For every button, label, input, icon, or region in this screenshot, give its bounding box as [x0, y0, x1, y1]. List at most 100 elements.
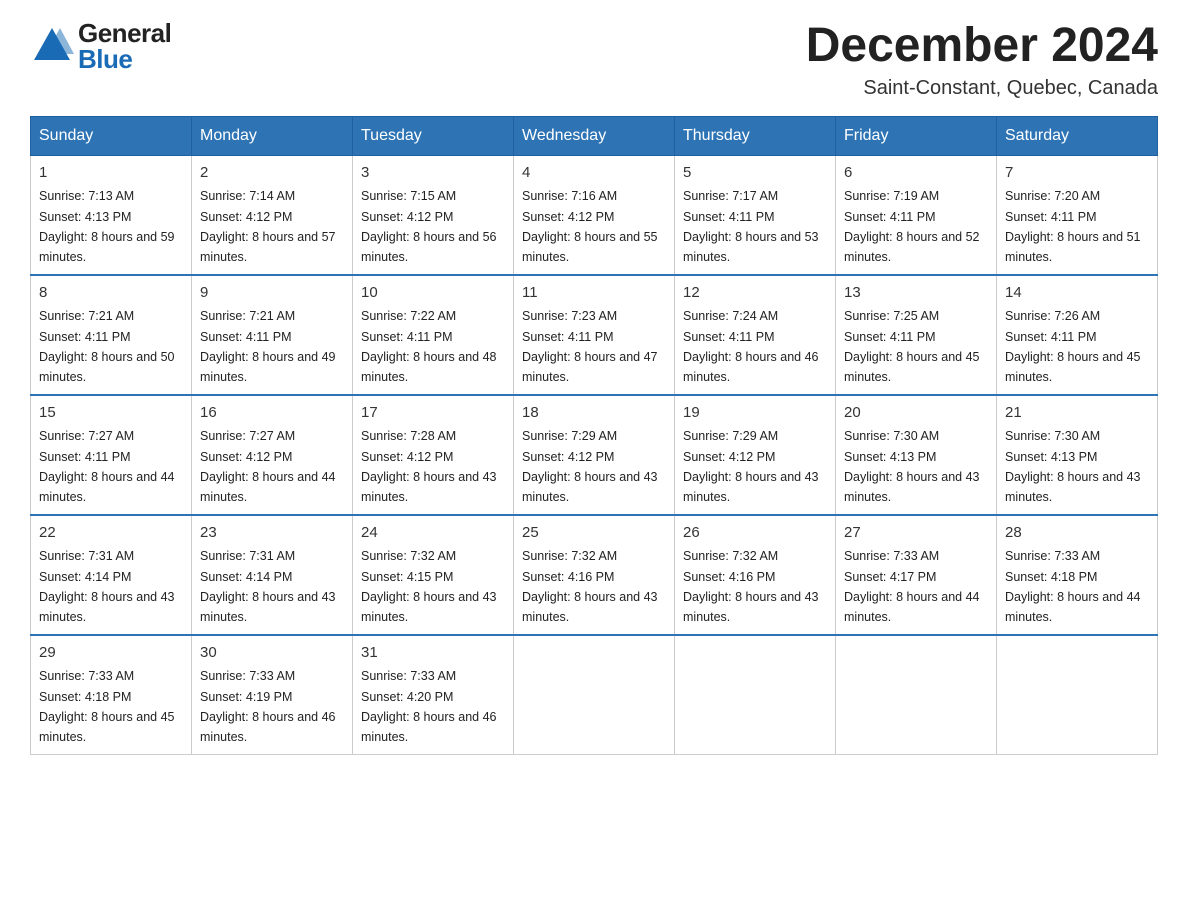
day-number: 15 — [39, 402, 183, 425]
main-title: December 2024 — [806, 20, 1158, 73]
day-info: Sunrise: 7:33 AMSunset: 4:20 PMDaylight:… — [361, 669, 497, 744]
calendar-day-cell: 24 Sunrise: 7:32 AMSunset: 4:15 PMDaylig… — [353, 515, 514, 635]
calendar-day-header: Saturday — [997, 116, 1158, 155]
calendar-day-cell: 3 Sunrise: 7:15 AMSunset: 4:12 PMDayligh… — [353, 155, 514, 275]
page-header: General Blue December 2024 Saint-Constan… — [30, 20, 1158, 100]
calendar-day-header: Friday — [836, 116, 997, 155]
calendar-week-row: 15 Sunrise: 7:27 AMSunset: 4:11 PMDaylig… — [31, 395, 1158, 515]
day-number: 25 — [522, 522, 666, 545]
calendar-day-cell: 23 Sunrise: 7:31 AMSunset: 4:14 PMDaylig… — [192, 515, 353, 635]
calendar-day-cell: 29 Sunrise: 7:33 AMSunset: 4:18 PMDaylig… — [31, 635, 192, 755]
logo-blue: Blue — [78, 46, 171, 72]
calendar-day-cell: 18 Sunrise: 7:29 AMSunset: 4:12 PMDaylig… — [514, 395, 675, 515]
day-number: 28 — [1005, 522, 1149, 545]
calendar-day-cell: 22 Sunrise: 7:31 AMSunset: 4:14 PMDaylig… — [31, 515, 192, 635]
day-info: Sunrise: 7:30 AMSunset: 4:13 PMDaylight:… — [844, 429, 980, 504]
day-number: 10 — [361, 282, 505, 305]
calendar-day-cell: 30 Sunrise: 7:33 AMSunset: 4:19 PMDaylig… — [192, 635, 353, 755]
day-info: Sunrise: 7:22 AMSunset: 4:11 PMDaylight:… — [361, 309, 497, 384]
calendar-week-row: 8 Sunrise: 7:21 AMSunset: 4:11 PMDayligh… — [31, 275, 1158, 395]
day-number: 23 — [200, 522, 344, 545]
day-info: Sunrise: 7:27 AMSunset: 4:12 PMDaylight:… — [200, 429, 336, 504]
calendar-day-cell: 25 Sunrise: 7:32 AMSunset: 4:16 PMDaylig… — [514, 515, 675, 635]
day-info: Sunrise: 7:31 AMSunset: 4:14 PMDaylight:… — [200, 549, 336, 624]
logo-general: General — [78, 20, 171, 46]
day-number: 12 — [683, 282, 827, 305]
day-info: Sunrise: 7:21 AMSunset: 4:11 PMDaylight:… — [200, 309, 336, 384]
day-info: Sunrise: 7:32 AMSunset: 4:16 PMDaylight:… — [522, 549, 658, 624]
day-number: 6 — [844, 162, 988, 185]
calendar-day-cell: 7 Sunrise: 7:20 AMSunset: 4:11 PMDayligh… — [997, 155, 1158, 275]
calendar-header-row: SundayMondayTuesdayWednesdayThursdayFrid… — [31, 116, 1158, 155]
day-info: Sunrise: 7:29 AMSunset: 4:12 PMDaylight:… — [683, 429, 819, 504]
day-number: 1 — [39, 162, 183, 185]
calendar-day-cell: 31 Sunrise: 7:33 AMSunset: 4:20 PMDaylig… — [353, 635, 514, 755]
day-number: 4 — [522, 162, 666, 185]
logo: General Blue — [30, 20, 171, 72]
calendar-week-row: 1 Sunrise: 7:13 AMSunset: 4:13 PMDayligh… — [31, 155, 1158, 275]
day-info: Sunrise: 7:31 AMSunset: 4:14 PMDaylight:… — [39, 549, 175, 624]
day-number: 9 — [200, 282, 344, 305]
calendar-day-cell: 20 Sunrise: 7:30 AMSunset: 4:13 PMDaylig… — [836, 395, 997, 515]
calendar-day-cell: 8 Sunrise: 7:21 AMSunset: 4:11 PMDayligh… — [31, 275, 192, 395]
day-number: 2 — [200, 162, 344, 185]
day-info: Sunrise: 7:24 AMSunset: 4:11 PMDaylight:… — [683, 309, 819, 384]
logo-icon — [30, 24, 74, 68]
day-info: Sunrise: 7:19 AMSunset: 4:11 PMDaylight:… — [844, 189, 980, 264]
day-number: 24 — [361, 522, 505, 545]
day-number: 29 — [39, 642, 183, 665]
calendar-day-cell: 1 Sunrise: 7:13 AMSunset: 4:13 PMDayligh… — [31, 155, 192, 275]
calendar-day-cell — [675, 635, 836, 755]
calendar-day-header: Wednesday — [514, 116, 675, 155]
day-info: Sunrise: 7:16 AMSunset: 4:12 PMDaylight:… — [522, 189, 658, 264]
calendar-day-header: Tuesday — [353, 116, 514, 155]
day-info: Sunrise: 7:21 AMSunset: 4:11 PMDaylight:… — [39, 309, 175, 384]
day-number: 11 — [522, 282, 666, 305]
day-info: Sunrise: 7:29 AMSunset: 4:12 PMDaylight:… — [522, 429, 658, 504]
calendar-week-row: 29 Sunrise: 7:33 AMSunset: 4:18 PMDaylig… — [31, 635, 1158, 755]
calendar-day-cell: 13 Sunrise: 7:25 AMSunset: 4:11 PMDaylig… — [836, 275, 997, 395]
calendar-day-cell: 27 Sunrise: 7:33 AMSunset: 4:17 PMDaylig… — [836, 515, 997, 635]
calendar-day-cell: 26 Sunrise: 7:32 AMSunset: 4:16 PMDaylig… — [675, 515, 836, 635]
calendar-day-cell — [836, 635, 997, 755]
day-number: 3 — [361, 162, 505, 185]
day-info: Sunrise: 7:28 AMSunset: 4:12 PMDaylight:… — [361, 429, 497, 504]
calendar-day-cell: 9 Sunrise: 7:21 AMSunset: 4:11 PMDayligh… — [192, 275, 353, 395]
day-number: 22 — [39, 522, 183, 545]
calendar-day-cell: 10 Sunrise: 7:22 AMSunset: 4:11 PMDaylig… — [353, 275, 514, 395]
day-info: Sunrise: 7:33 AMSunset: 4:19 PMDaylight:… — [200, 669, 336, 744]
calendar-day-cell: 2 Sunrise: 7:14 AMSunset: 4:12 PMDayligh… — [192, 155, 353, 275]
calendar-day-cell — [514, 635, 675, 755]
day-info: Sunrise: 7:32 AMSunset: 4:16 PMDaylight:… — [683, 549, 819, 624]
day-info: Sunrise: 7:26 AMSunset: 4:11 PMDaylight:… — [1005, 309, 1141, 384]
day-number: 31 — [361, 642, 505, 665]
calendar-day-cell: 28 Sunrise: 7:33 AMSunset: 4:18 PMDaylig… — [997, 515, 1158, 635]
day-number: 16 — [200, 402, 344, 425]
day-number: 18 — [522, 402, 666, 425]
calendar-day-cell: 16 Sunrise: 7:27 AMSunset: 4:12 PMDaylig… — [192, 395, 353, 515]
day-number: 21 — [1005, 402, 1149, 425]
day-info: Sunrise: 7:30 AMSunset: 4:13 PMDaylight:… — [1005, 429, 1141, 504]
day-info: Sunrise: 7:33 AMSunset: 4:18 PMDaylight:… — [39, 669, 175, 744]
calendar-day-cell: 15 Sunrise: 7:27 AMSunset: 4:11 PMDaylig… — [31, 395, 192, 515]
day-info: Sunrise: 7:33 AMSunset: 4:18 PMDaylight:… — [1005, 549, 1141, 624]
calendar-day-header: Thursday — [675, 116, 836, 155]
day-number: 13 — [844, 282, 988, 305]
calendar-table: SundayMondayTuesdayWednesdayThursdayFrid… — [30, 116, 1158, 755]
day-number: 8 — [39, 282, 183, 305]
day-number: 20 — [844, 402, 988, 425]
calendar-day-cell: 17 Sunrise: 7:28 AMSunset: 4:12 PMDaylig… — [353, 395, 514, 515]
calendar-day-cell: 14 Sunrise: 7:26 AMSunset: 4:11 PMDaylig… — [997, 275, 1158, 395]
day-info: Sunrise: 7:25 AMSunset: 4:11 PMDaylight:… — [844, 309, 980, 384]
calendar-day-cell: 6 Sunrise: 7:19 AMSunset: 4:11 PMDayligh… — [836, 155, 997, 275]
calendar-day-cell: 21 Sunrise: 7:30 AMSunset: 4:13 PMDaylig… — [997, 395, 1158, 515]
calendar-day-cell: 4 Sunrise: 7:16 AMSunset: 4:12 PMDayligh… — [514, 155, 675, 275]
day-number: 5 — [683, 162, 827, 185]
day-info: Sunrise: 7:17 AMSunset: 4:11 PMDaylight:… — [683, 189, 819, 264]
day-number: 27 — [844, 522, 988, 545]
day-info: Sunrise: 7:20 AMSunset: 4:11 PMDaylight:… — [1005, 189, 1141, 264]
day-info: Sunrise: 7:14 AMSunset: 4:12 PMDaylight:… — [200, 189, 336, 264]
day-info: Sunrise: 7:23 AMSunset: 4:11 PMDaylight:… — [522, 309, 658, 384]
calendar-day-cell: 5 Sunrise: 7:17 AMSunset: 4:11 PMDayligh… — [675, 155, 836, 275]
calendar-week-row: 22 Sunrise: 7:31 AMSunset: 4:14 PMDaylig… — [31, 515, 1158, 635]
